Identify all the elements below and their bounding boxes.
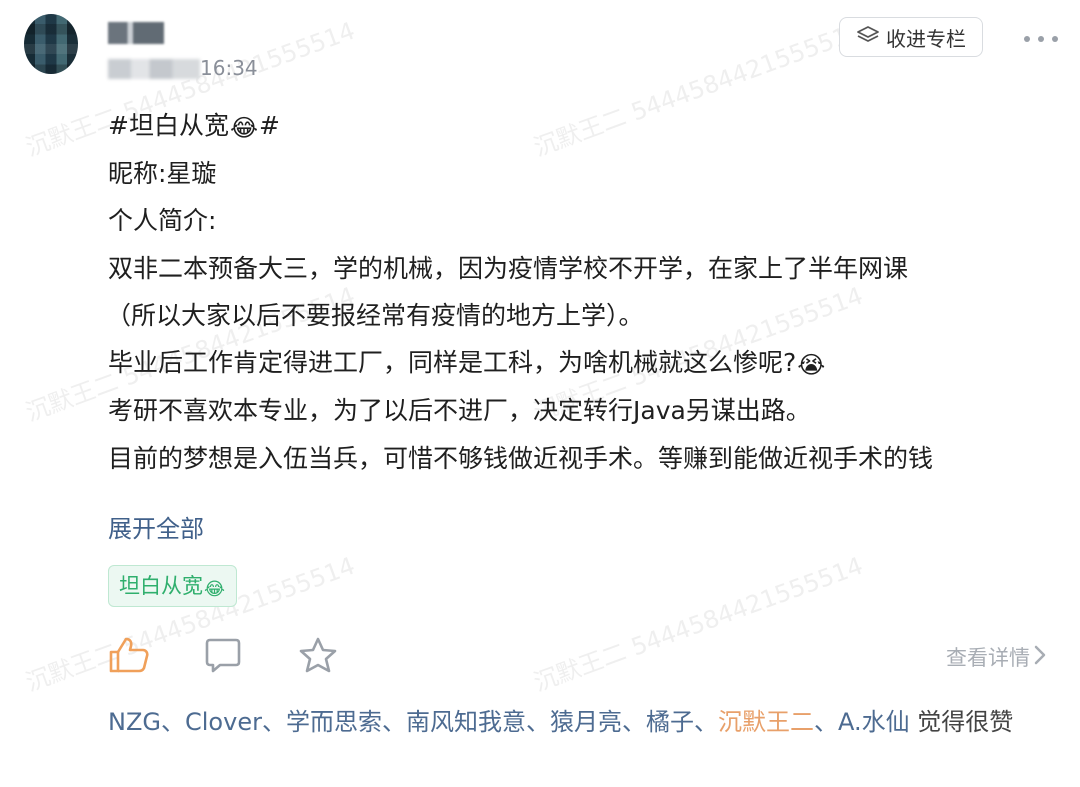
liker-name[interactable]: 橘子 xyxy=(646,708,694,736)
liker-name[interactable]: Clover xyxy=(185,708,262,736)
liker-name[interactable]: A.水仙 xyxy=(838,708,910,736)
content-line: 毕业后工作肯定得进工厂，同样是工科，为啥机械就这么惨呢?😭 xyxy=(108,348,826,379)
expand-all-link[interactable]: 展开全部 xyxy=(108,509,204,544)
view-details-link[interactable]: 查看详情 xyxy=(946,642,1046,672)
likers-tail-text: 觉得很赞 xyxy=(917,708,1014,736)
post-time: 16:34 xyxy=(200,56,258,80)
date-redacted xyxy=(108,59,200,79)
collect-to-column-button[interactable]: 收进专栏 xyxy=(839,17,983,57)
content-line: （所以大家以后不要报经常有疫情的地方上学）。 xyxy=(106,301,644,330)
liker-name[interactable]: NZG xyxy=(108,708,161,736)
more-icon[interactable] xyxy=(1024,27,1058,51)
comment-icon[interactable] xyxy=(204,636,242,674)
star-icon[interactable] xyxy=(298,636,338,674)
content-line: 双非二本预备大三，学的机械，因为疫情学校不开学，在家上了半年网课 xyxy=(108,254,909,283)
watermark: 沉默王二 5444584421555514 xyxy=(530,16,867,162)
content-line: 考研不喜欢本专业，为了以后不进厂，决定转行Java另谋出路。 xyxy=(108,396,811,425)
collect-label: 收进专栏 xyxy=(886,26,966,51)
liker-name[interactable]: 学而思索 xyxy=(286,708,382,736)
content-line: 目前的梦想是入伍当兵，可惜不够钱做近视手术。等赚到能做近视手术的钱 xyxy=(108,444,934,473)
avatar[interactable] xyxy=(24,14,78,74)
content-line: 个人简介: xyxy=(108,206,217,235)
laughing-emoji-icon: 😂 xyxy=(204,579,226,600)
liker-name[interactable]: 南风知我意 xyxy=(406,708,526,736)
watermark: 沉默王二 5444584421555514 xyxy=(530,551,867,697)
content-line: #坦白从宽😂# xyxy=(108,111,280,142)
likers-list: NZG、Clover、学而思索、南风知我意、猿月亮、橘子、沉默王二、A.水仙 觉… xyxy=(108,708,1014,736)
stack-icon xyxy=(856,25,880,50)
topic-tag[interactable]: 坦白从宽😂 xyxy=(108,565,238,607)
like-icon[interactable] xyxy=(108,636,150,674)
crying-emoji-icon: 😭 xyxy=(797,351,826,379)
content-line: 昵称:星璇 xyxy=(108,159,217,188)
liker-name-self[interactable]: 沉默王二 xyxy=(718,708,814,736)
chevron-right-icon xyxy=(1034,645,1046,670)
username-redacted[interactable] xyxy=(108,22,164,44)
laughing-emoji-icon: 😂 xyxy=(229,114,258,142)
liker-name[interactable]: 猿月亮 xyxy=(550,708,622,736)
